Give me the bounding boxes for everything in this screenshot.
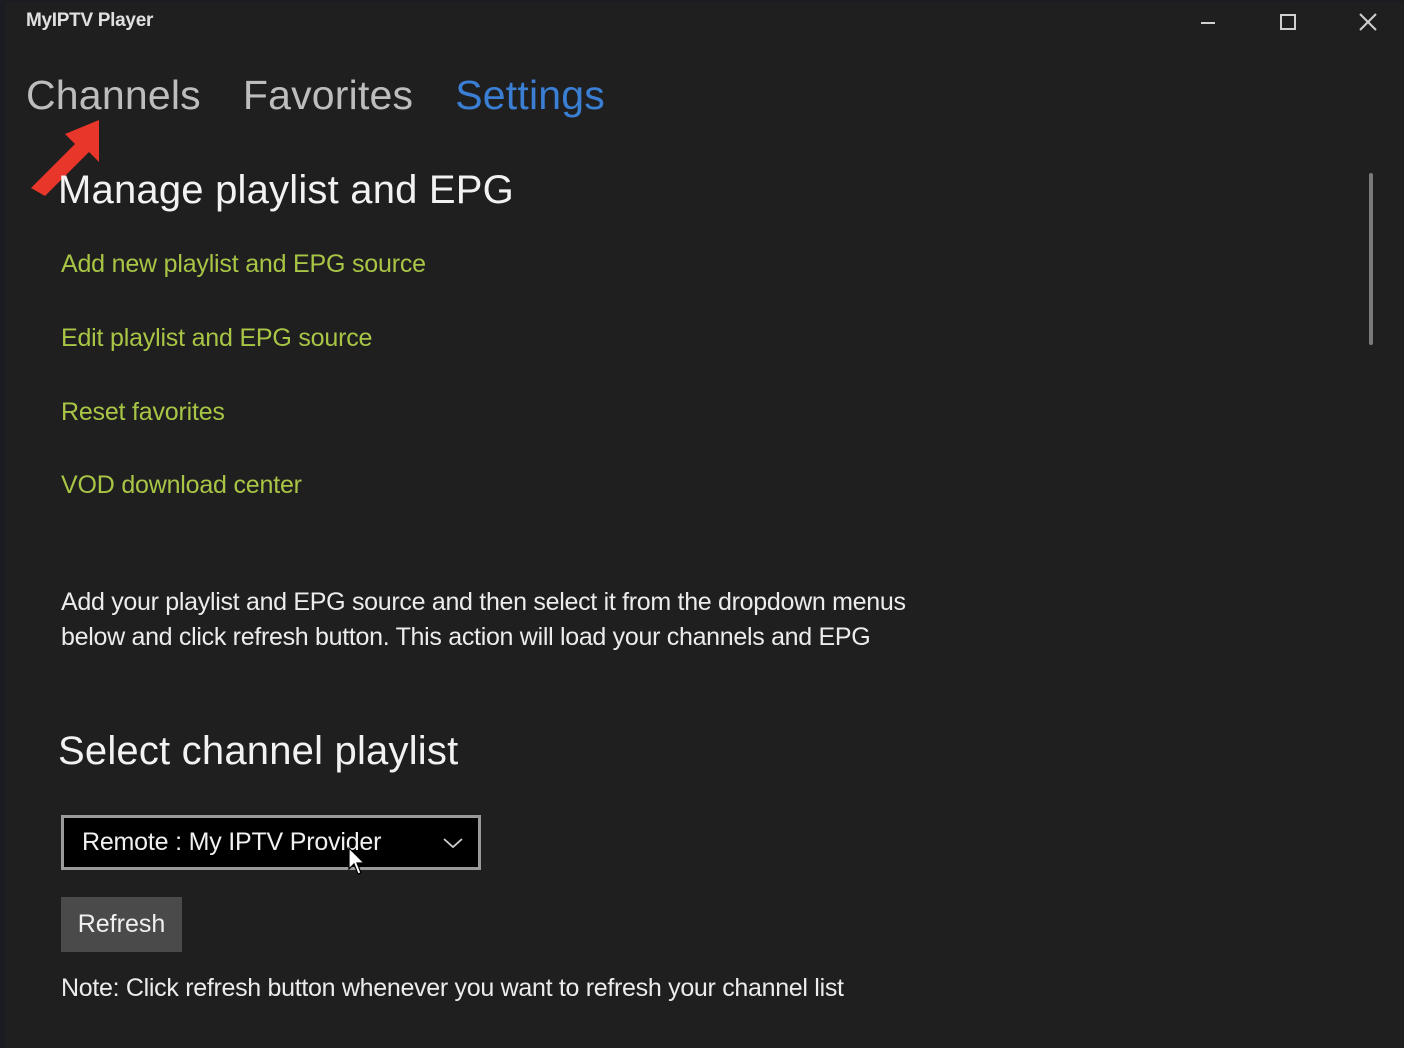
- main-tabs: Channels Favorites Settings: [26, 68, 647, 122]
- vertical-scrollbar[interactable]: [1369, 173, 1373, 345]
- maximize-icon: [1280, 14, 1296, 30]
- close-button[interactable]: [1333, 2, 1403, 42]
- maximize-button[interactable]: [1253, 2, 1323, 42]
- app-title: MyIPTV Player: [26, 10, 154, 31]
- title-bar: MyIPTV Player: [5, 2, 1404, 42]
- playlist-dropdown[interactable]: Remote : My IPTV Provider: [61, 815, 481, 870]
- reset-favorites-link[interactable]: Reset favorites: [61, 398, 225, 427]
- playlist-dropdown-value: Remote : My IPTV Provider: [82, 828, 382, 856]
- close-icon: [1359, 13, 1377, 31]
- select-playlist-heading: Select channel playlist: [58, 729, 459, 773]
- instructions-text: Add your playlist and EPG source and the…: [61, 588, 906, 651]
- refresh-button[interactable]: Refresh: [61, 897, 182, 952]
- app-window: MyIPTV Player Channels Favorites Setting…: [5, 2, 1404, 1048]
- tab-favorites[interactable]: Favorites: [243, 68, 413, 122]
- chevron-down-icon: [442, 836, 464, 850]
- add-playlist-link[interactable]: Add new playlist and EPG source: [61, 250, 426, 279]
- manage-playlist-heading: Manage playlist and EPG: [58, 168, 514, 212]
- tab-settings[interactable]: Settings: [455, 68, 605, 122]
- minimize-icon: [1201, 22, 1215, 24]
- minimize-button[interactable]: [1173, 2, 1243, 42]
- vod-download-center-link[interactable]: VOD download center: [61, 471, 302, 500]
- edit-playlist-link[interactable]: Edit playlist and EPG source: [61, 324, 372, 353]
- refresh-note: Note: Click refresh button whenever you …: [61, 974, 844, 1002]
